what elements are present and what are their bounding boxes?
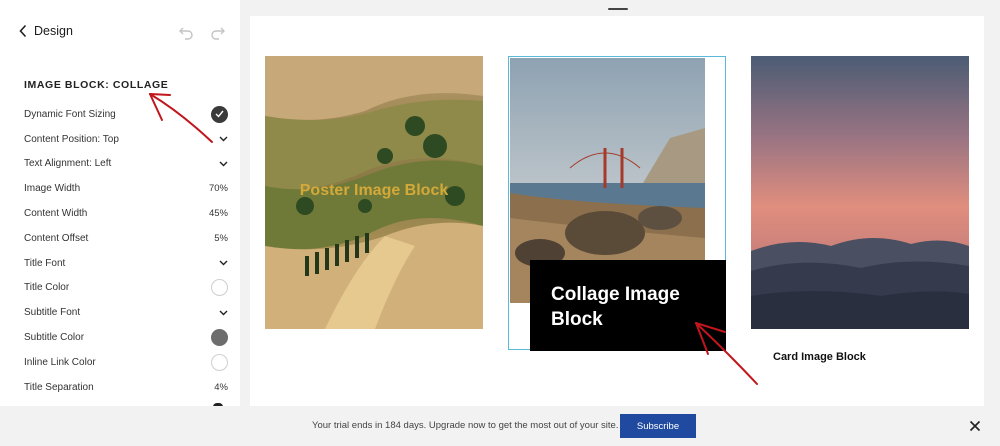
setting-label: Inline Link Color: [24, 356, 96, 368]
setting-label: Subtitle Color: [24, 332, 85, 344]
setting-dynamic-font-sizing[interactable]: Dynamic Font Sizing: [24, 102, 228, 127]
setting-value: 4%: [214, 381, 228, 393]
back-to-design-button[interactable]: Design: [18, 24, 73, 38]
subscribe-button[interactable]: Subscribe: [620, 414, 696, 438]
setting-content-offset[interactable]: Content Offset 5%: [24, 226, 228, 251]
section-title: IMAGE BLOCK: COLLAGE: [24, 79, 169, 91]
setting-label: Title Color: [24, 282, 70, 294]
color-swatch[interactable]: [211, 329, 228, 347]
setting-label: Text Alignment: Left: [24, 158, 112, 170]
setting-title-font[interactable]: Title Font: [24, 251, 228, 276]
setting-text-alignment[interactable]: Text Alignment: Left: [24, 152, 228, 177]
setting-content-width[interactable]: Content Width 45%: [24, 201, 228, 226]
setting-label: Title Font: [24, 257, 66, 269]
setting-label: Dynamic Font Sizing: [24, 108, 116, 120]
design-sidebar: Design IMAGE BLOCK: COLLAGE Dynamic Font…: [0, 0, 240, 446]
setting-title-separation[interactable]: Title Separation 4%: [24, 375, 228, 400]
setting-inline-link-color[interactable]: Inline Link Color: [24, 350, 228, 375]
trial-banner: Your trial ends in 184 days. Upgrade now…: [0, 406, 1000, 446]
collage-content-box: Collage Image Block: [530, 260, 726, 351]
checkmark-toggle[interactable]: [211, 105, 228, 123]
setting-subtitle-color[interactable]: Subtitle Color: [24, 325, 228, 350]
collage-image-block[interactable]: Collage Image Block: [508, 56, 726, 351]
poster-image-block[interactable]: Poster Image Block: [265, 56, 483, 329]
setting-content-position[interactable]: Content Position: Top: [24, 127, 228, 152]
setting-value: 70%: [208, 183, 228, 195]
settings-list: Dynamic Font Sizing Content Position: To…: [24, 102, 228, 400]
back-label: Design: [34, 24, 73, 38]
undo-icon[interactable]: [178, 24, 194, 40]
color-swatch[interactable]: [211, 279, 228, 297]
setting-image-width[interactable]: Image Width 70%: [24, 176, 228, 201]
chevron-down-icon: [219, 136, 228, 142]
chevron-left-icon: [19, 24, 27, 38]
checkmark-icon: [215, 110, 224, 118]
setting-subtitle-font[interactable]: Subtitle Font: [24, 300, 228, 325]
trial-message: Your trial ends in 184 days. Upgrade now…: [312, 420, 619, 431]
page-canvas: Poster Image Block Collage Image Block C…: [250, 16, 984, 410]
collage-block-title: Collage Image Block: [551, 284, 680, 330]
card-image-block[interactable]: Card Image Block: [751, 56, 969, 388]
redo-icon[interactable]: [210, 24, 226, 40]
setting-label: Title Separation: [24, 381, 94, 393]
poster-block-title: Poster Image Block: [299, 182, 449, 199]
drag-handle[interactable]: [608, 8, 628, 10]
setting-value: 45%: [208, 208, 228, 220]
setting-label: Content Width: [24, 208, 88, 220]
card-block-title: Card Image Block: [773, 351, 866, 363]
setting-title-color[interactable]: Title Color: [24, 276, 228, 301]
setting-value: 5%: [214, 232, 228, 244]
chevron-down-icon: [219, 260, 228, 266]
setting-label: Content Position: Top: [24, 133, 119, 145]
chevron-down-icon: [219, 310, 228, 316]
setting-label: Subtitle Font: [24, 307, 81, 319]
color-swatch[interactable]: [211, 353, 228, 371]
close-icon[interactable]: [969, 420, 981, 432]
setting-label: Content Offset: [24, 232, 89, 244]
chevron-down-icon: [219, 161, 228, 167]
setting-label: Image Width: [24, 183, 81, 195]
sunset-sky-image: [751, 56, 969, 329]
